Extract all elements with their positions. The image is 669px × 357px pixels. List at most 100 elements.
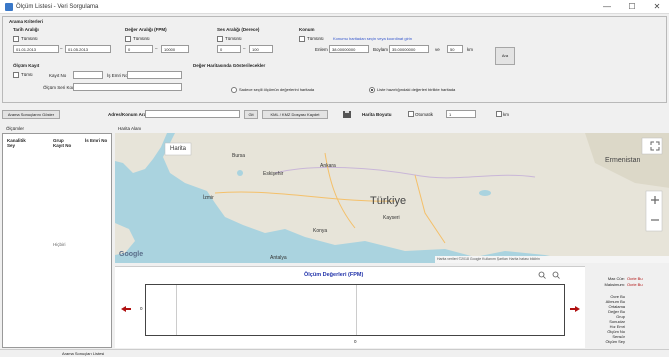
measurement-chart: [145, 284, 565, 336]
longitude-label: Boylam: [373, 47, 389, 52]
location-hint: Konumu haritadan seçin veya koordinat gi…: [333, 36, 412, 41]
status-text: Arama Sonuçları Listesi: [62, 351, 105, 356]
date-all-checkbox[interactable]: [13, 36, 19, 42]
search-criteria-panel: Arama Kriterleri Tarih Aralığı Tümünü 01…: [2, 16, 667, 103]
date-all-label: Tümünü: [21, 36, 38, 41]
max-label: Max Cüe:: [607, 276, 625, 281]
save-icon[interactable]: [342, 110, 352, 119]
zoom-out-icon[interactable]: [650, 215, 660, 225]
display-option-1-radio[interactable]: [231, 87, 237, 93]
chart-y-tick: 0: [140, 306, 143, 311]
record-no-field[interactable]: [73, 71, 103, 79]
map-title: Harita Alanı: [118, 126, 142, 131]
city-antalya: Antalya: [270, 255, 287, 261]
city-ankara: Ankara: [320, 163, 336, 169]
map-size-label: Harita Boyutu: [362, 112, 392, 117]
location-title: Konum: [299, 27, 315, 32]
close-button[interactable]: ✕: [650, 2, 664, 11]
col-header-1[interactable]: Kanalitik Sey: [7, 138, 33, 148]
measurement-list[interactable]: Kanalitik Sey Grup Kayıt No İs Emri No H…: [2, 133, 112, 348]
value-all-label: Tümünü: [133, 36, 150, 41]
app-icon: [5, 3, 13, 11]
display-option-1-label: Sadece seçili ölçümün değerlerini harita…: [239, 87, 315, 92]
fullscreen-icon[interactable]: [650, 141, 660, 151]
display-option-2-label: Liste hazırlığındaki değerleri birlikte …: [377, 87, 456, 92]
location-all-checkbox[interactable]: [299, 36, 305, 42]
minimize-button[interactable]: —: [600, 2, 614, 11]
address-search-label: Adres/Konum Ara: [108, 112, 147, 117]
country-label: Türkiye: [370, 195, 407, 207]
city-kayseri: Kayseri: [383, 215, 400, 221]
device-label: Ölçüm Seri Kodu: [43, 85, 78, 90]
title-bar: Ölçüm Listesi - Veri Sorgulama — ☐ ✕: [0, 0, 669, 14]
min-label: Maksimum:: [604, 282, 625, 287]
export-kml-button[interactable]: KML / KMZ Dosyası Kaydet: [262, 110, 328, 119]
map-type-button[interactable]: Harita: [170, 146, 186, 152]
date-to-field[interactable]: 01.05.2013: [65, 45, 111, 53]
depth-all-label: Tümünü: [225, 36, 242, 41]
status-bar: Arama Sonuçları Listesi: [0, 349, 669, 357]
criteria-title: Arama Kriterleri: [9, 19, 44, 24]
longitude-field[interactable]: 35.00000000: [389, 45, 429, 53]
chart-gridline-mid: [356, 285, 357, 335]
depth-max-field[interactable]: 100: [249, 45, 273, 53]
next-arrow-icon[interactable]: [570, 306, 580, 312]
list-title: Ölçümler: [6, 126, 25, 131]
date-from-field[interactable]: 01.01.2013: [13, 45, 59, 53]
city-eskisehir: Eskişehir: [263, 171, 284, 177]
map-attribution: Harita verileri ©2018 Google Kullanım Şa…: [437, 257, 540, 261]
value-all-checkbox[interactable]: [125, 36, 131, 42]
auto-size-label: Otomatik: [415, 112, 434, 117]
km-checkbox[interactable]: [496, 111, 502, 117]
radius-prefix: ve: [435, 47, 440, 52]
location-all-label: Tümünü: [307, 36, 324, 41]
device-field[interactable]: [73, 83, 182, 91]
display-title: Değer Haritasında Gösterilecekler: [193, 63, 266, 68]
location-search-button[interactable]: Ara: [495, 47, 515, 65]
zoom-in-chart-icon[interactable]: [538, 271, 546, 279]
order-no-label: İş Emri No: [107, 73, 129, 78]
window-title: Ölçüm Listesi - Veri Sorgulama: [16, 4, 99, 10]
order-no-field[interactable]: [127, 71, 182, 79]
map-size-field[interactable]: 1: [446, 110, 476, 118]
latitude-label: Enlem: [315, 47, 328, 52]
city-izmir: İzmir: [203, 195, 214, 201]
depth-min-field[interactable]: 0: [217, 45, 241, 53]
col-header-2[interactable]: Grup Kayıt No: [53, 138, 73, 148]
google-logo: Google: [119, 251, 144, 258]
east-country-label: Ermenistan: [605, 157, 641, 164]
address-go-button[interactable]: Git: [244, 110, 258, 119]
map-view[interactable]: Harita Türkiye Ermenistan Bursa Eskişehi…: [115, 133, 669, 263]
show-results-button[interactable]: Arama Sonuçlarını Göster: [2, 110, 60, 119]
measurement-title: Ölçüm Kayıt: [13, 63, 40, 68]
info-panel: Max Cüe: Ocrie Bu Maksimum: Ocrie Bu Ocr…: [587, 266, 667, 348]
latitude-field[interactable]: 38.00000000: [329, 45, 369, 53]
value-separator: –: [155, 46, 158, 51]
radius-field[interactable]: 50: [447, 45, 463, 53]
depth-separator: –: [243, 46, 246, 51]
maximize-button[interactable]: ☐: [625, 2, 639, 11]
detail-line-10: Ölçüm Sey: [605, 339, 625, 344]
city-konya: Konya: [313, 228, 328, 234]
city-bursa: Bursa: [232, 153, 246, 159]
prev-arrow-icon[interactable]: [121, 306, 131, 312]
date-range-title: Tarih Aralığı: [13, 27, 39, 32]
address-search-input[interactable]: [145, 110, 240, 118]
zoom-out-chart-icon[interactable]: [552, 271, 560, 279]
zoom-in-icon[interactable]: [650, 195, 660, 205]
value-range-title: Değer Aralığı (FPM): [125, 27, 167, 32]
chart-gridline-left: [176, 285, 177, 335]
value-min-field[interactable]: 0: [125, 45, 153, 53]
record-no-label: Kayıt No: [49, 73, 67, 78]
measurement-all-checkbox[interactable]: [13, 72, 19, 78]
radius-unit: km: [467, 47, 473, 52]
value-max-field[interactable]: 10000: [161, 45, 189, 53]
auto-size-checkbox[interactable]: [408, 111, 414, 117]
chart-title: Ölçüm Değerleri (FPM): [304, 272, 364, 278]
chart-x-tick: 0: [354, 339, 357, 344]
display-option-2-radio[interactable]: [369, 87, 375, 93]
depth-all-checkbox[interactable]: [217, 36, 223, 42]
min-value: Ocrie Bu: [627, 282, 643, 287]
col-header-3[interactable]: İs Emri No: [85, 138, 107, 143]
measurement-all-label: Tümü: [21, 72, 33, 77]
